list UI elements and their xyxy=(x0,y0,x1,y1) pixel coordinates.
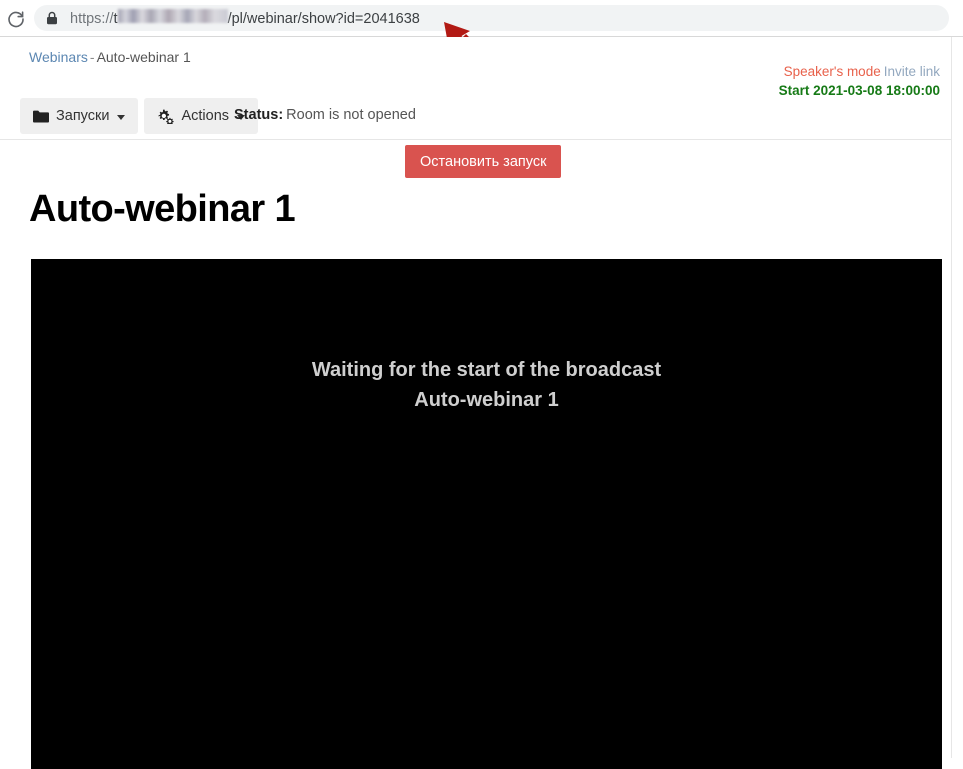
url-host-redacted xyxy=(117,9,228,24)
header-links-row: Speaker's mode Invite link xyxy=(779,63,940,81)
page-content: Webinars - Auto-webinar 1 Speaker's mode In… xyxy=(0,37,952,769)
toolbar-button-group: Запуски Actions xyxy=(20,98,259,134)
caret-down-icon xyxy=(117,114,126,120)
launches-dropdown-button[interactable]: Запуски xyxy=(20,98,139,134)
actions-label: Actions xyxy=(181,108,230,124)
page-title: Auto-webinar 1 xyxy=(29,188,296,230)
speakers-mode-link[interactable]: Speaker's mode xyxy=(784,64,881,79)
breadcrumb-link-webinars[interactable]: Webinars xyxy=(29,49,88,65)
url-path: /pl/webinar/show?id=2041638 xyxy=(227,11,420,28)
reload-icon[interactable] xyxy=(6,9,26,29)
video-webinar-name: Auto-webinar 1 xyxy=(414,389,559,411)
address-bar[interactable]: https://t/pl/webinar/show?id=2041638 xyxy=(34,5,949,31)
invite-link[interactable]: Invite link xyxy=(884,64,940,79)
url-scheme: https:// xyxy=(70,11,114,28)
cogs-icon xyxy=(157,109,175,124)
launches-label: Запуски xyxy=(56,108,110,124)
stop-launch-button[interactable]: Остановить запуск xyxy=(405,145,562,178)
breadcrumb: Webinars - Auto-webinar 1 xyxy=(29,49,191,65)
toolbar: Запуски Actions Status: Room is not open… xyxy=(0,95,951,140)
folder-icon xyxy=(33,110,49,123)
breadcrumb-current: Auto-webinar 1 xyxy=(96,49,191,65)
status-block: Status: Room is not opened xyxy=(234,107,416,123)
lock-icon xyxy=(46,11,58,25)
url-text: https://t/pl/webinar/show?id=2041638 xyxy=(70,9,420,27)
status-label: Status: xyxy=(234,107,284,123)
browser-chrome: https://t/pl/webinar/show?id=2041638 xyxy=(0,0,963,37)
video-waiting-message: Waiting for the start of the broadcast xyxy=(311,359,662,381)
status-value: Room is not opened xyxy=(286,107,416,123)
video-player-stage[interactable]: Waiting for the start of the broadcast A… xyxy=(31,259,942,769)
breadcrumb-separator: - xyxy=(89,49,95,65)
page-header: Webinars - Auto-webinar 1 Speaker's mode In… xyxy=(0,37,951,98)
